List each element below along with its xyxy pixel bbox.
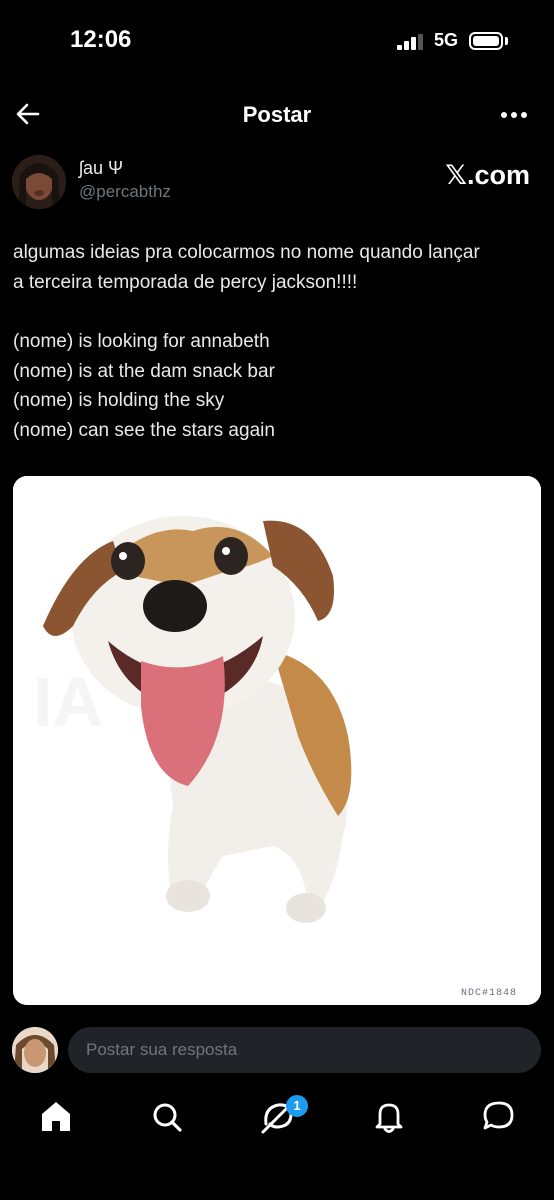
messages-icon[interactable] [479,1094,519,1138]
post-line: (nome) is at the dam snack bar [13,360,275,382]
post-line: (nome) is holding the sky [13,390,225,411]
svg-text:IA: IA [33,663,103,741]
post-text: algumas ideias pra colocarmos no nome qu… [13,238,543,445]
network-label: 5G [434,30,459,50]
author-avatar[interactable] [12,155,66,209]
notifications-bell-icon[interactable] [369,1094,409,1138]
more-options-icon[interactable] [499,108,529,122]
author-name[interactable]: ʃau Ψ [79,158,123,179]
signal-icon [397,34,423,50]
post-line: (nome) can see the stars again [13,419,275,441]
search-icon[interactable] [147,1094,187,1138]
battery-icon [469,32,503,50]
page-title: Postar [242,102,312,127]
reply-avatar[interactable] [12,1027,58,1073]
post-line: (nome) is looking for annabeth [13,331,270,352]
author-handle[interactable]: @percabthz [79,182,171,202]
home-icon[interactable] [36,1094,76,1138]
notification-badge: 1 [286,1095,308,1117]
post-line: algumas ideias pra colocarmos no nome qu… [13,242,480,263]
battery-cap [505,37,508,45]
image-watermark: NDC#1848 [460,988,517,999]
post-image[interactable]: IA NDC#1848 [13,476,541,1005]
status-time: 12:06 [70,26,132,53]
post-line: a terceira temporada de percy jackson!!!… [13,271,358,293]
source-logo-label: 𝕏.com [445,160,530,190]
reply-input[interactable]: Postar sua resposta [68,1027,541,1073]
